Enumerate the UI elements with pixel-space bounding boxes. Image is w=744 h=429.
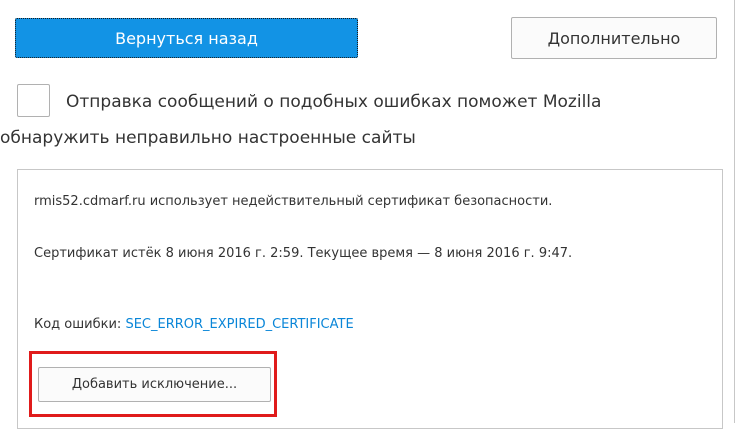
error-code-label: Код ошибки:: [34, 317, 126, 332]
certificate-error-page: Вернуться назад Дополнительно Отправка с…: [0, 0, 744, 429]
expired-certificate-message: Сертификат истёк 8 июня 2016 г. 2:59. Те…: [34, 246, 573, 261]
advanced-button[interactable]: Дополнительно: [511, 17, 717, 59]
error-code-link[interactable]: SEC_ERROR_EXPIRED_CERTIFICATE: [125, 317, 353, 332]
page-border: [734, 0, 735, 423]
invalid-certificate-message: rmis52.cdmarf.ru использует недействител…: [34, 194, 553, 209]
error-code-line: Код ошибки: SEC_ERROR_EXPIRED_CERTIFICAT…: [34, 317, 354, 332]
add-exception-button[interactable]: Добавить исключение...: [38, 367, 271, 402]
go-back-button[interactable]: Вернуться назад: [15, 18, 358, 58]
report-errors-label: Отправка сообщений о подобных ошибках по…: [0, 92, 602, 148]
